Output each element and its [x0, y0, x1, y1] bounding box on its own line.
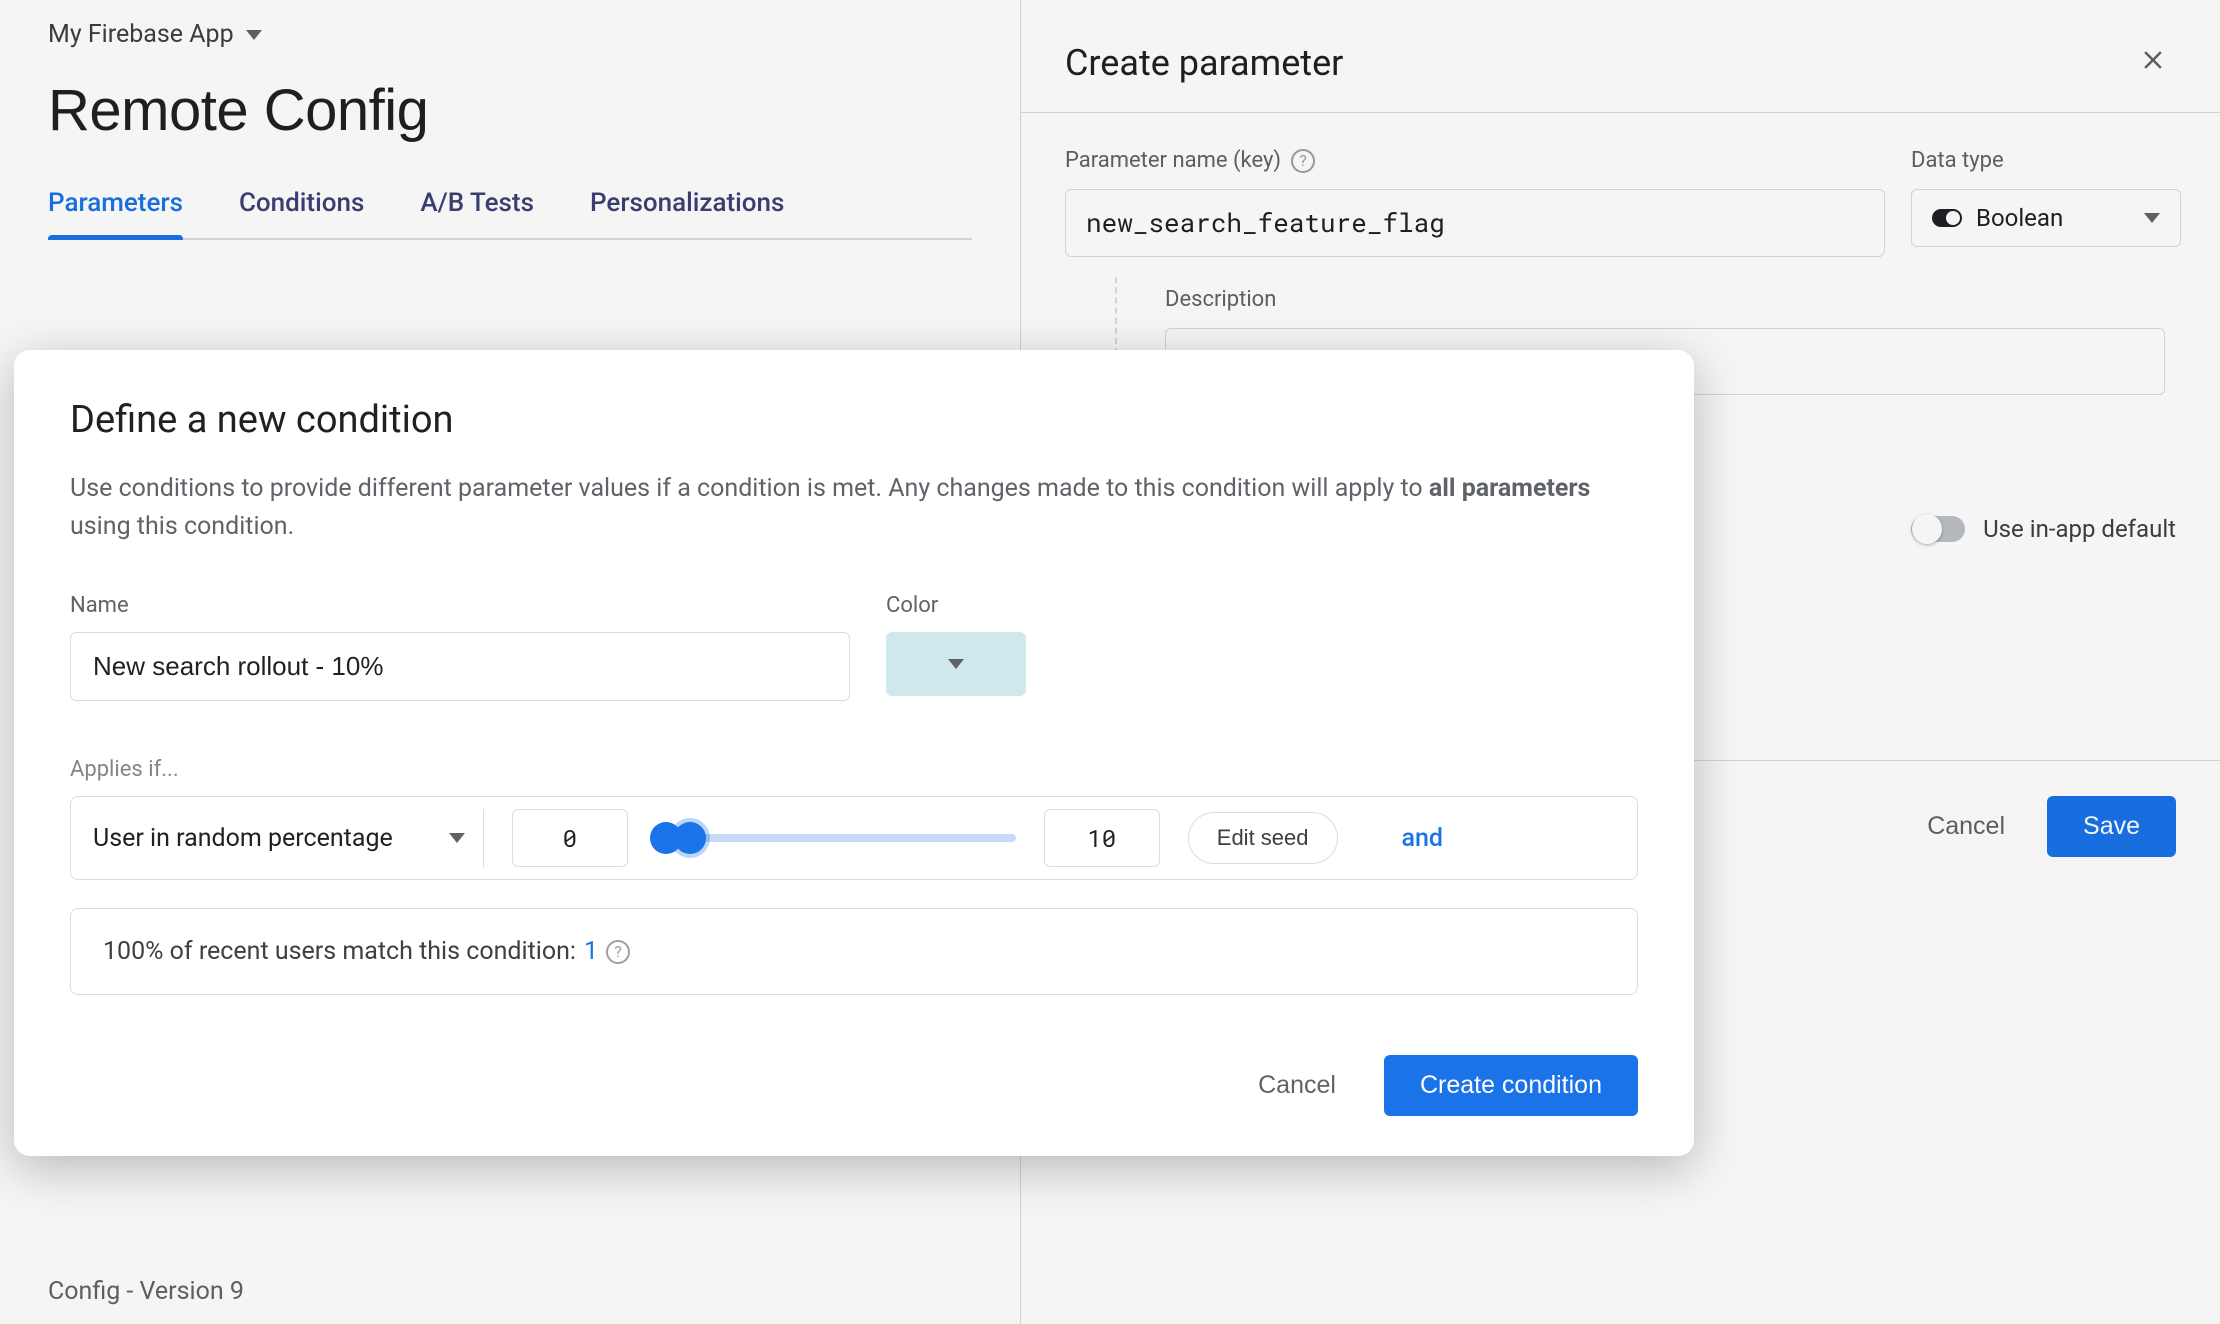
page-title: Remote Config: [48, 77, 972, 144]
divider: [1021, 112, 2220, 113]
cancel-button[interactable]: Cancel: [1927, 812, 2005, 841]
datatype-select[interactable]: Boolean: [1911, 189, 2181, 247]
add-and-condition[interactable]: and: [1402, 824, 1443, 853]
panel-title: Create parameter: [1065, 42, 1343, 84]
range-from-input[interactable]: [512, 809, 628, 867]
param-key-label: Parameter name (key) ?: [1065, 148, 1885, 173]
define-condition-modal: Define a new condition Use conditions to…: [14, 350, 1694, 1156]
condition-name-label: Name: [70, 593, 850, 618]
app-name: My Firebase App: [48, 20, 234, 49]
modal-title: Define a new condition: [70, 398, 1638, 442]
cancel-button[interactable]: Cancel: [1258, 1071, 1336, 1100]
chevron-down-icon: [246, 30, 262, 40]
match-summary: 100% of recent users match this conditio…: [70, 908, 1638, 995]
param-key-input[interactable]: [1065, 189, 1885, 257]
tab-personalizations[interactable]: Personalizations: [590, 188, 784, 238]
chevron-down-icon: [948, 659, 964, 669]
app-selector[interactable]: My Firebase App: [48, 20, 972, 49]
percentage-slider[interactable]: [656, 834, 1016, 842]
applies-if-label: Applies if...: [70, 757, 1638, 782]
tabs: Parameters Conditions A/B Tests Personal…: [48, 188, 972, 240]
chevron-down-icon: [2144, 213, 2160, 223]
help-icon[interactable]: ?: [1291, 149, 1315, 173]
range-to-input[interactable]: [1044, 809, 1160, 867]
config-version: Config - Version 9: [48, 1277, 244, 1306]
condition-row: User in random percentage Edit seed and: [70, 796, 1638, 880]
inapp-default-toggle[interactable]: [1911, 516, 1965, 542]
condition-color-select[interactable]: [886, 632, 1026, 696]
inapp-default-label: Use in-app default: [1983, 515, 2176, 543]
boolean-icon: [1932, 209, 1962, 227]
chevron-down-icon: [449, 833, 465, 843]
condition-type-select[interactable]: User in random percentage: [93, 809, 484, 867]
close-icon[interactable]: [2130, 34, 2176, 92]
create-condition-button[interactable]: Create condition: [1384, 1055, 1638, 1116]
datatype-label: Data type: [1911, 148, 2181, 173]
slider-handle-end[interactable]: [674, 822, 706, 854]
help-icon[interactable]: ?: [606, 940, 630, 964]
tab-ab-tests[interactable]: A/B Tests: [420, 188, 534, 238]
tab-conditions[interactable]: Conditions: [239, 188, 364, 238]
datatype-value: Boolean: [1976, 204, 2063, 232]
edit-seed-button[interactable]: Edit seed: [1188, 812, 1338, 864]
match-count: 1: [584, 937, 598, 966]
description-label: Description: [1165, 287, 2176, 312]
condition-color-label: Color: [886, 593, 1026, 618]
tab-parameters[interactable]: Parameters: [48, 188, 183, 238]
condition-type-value: User in random percentage: [93, 824, 393, 853]
modal-description: Use conditions to provide different para…: [70, 470, 1638, 545]
condition-name-input[interactable]: [70, 632, 850, 701]
save-button[interactable]: Save: [2047, 796, 2176, 857]
